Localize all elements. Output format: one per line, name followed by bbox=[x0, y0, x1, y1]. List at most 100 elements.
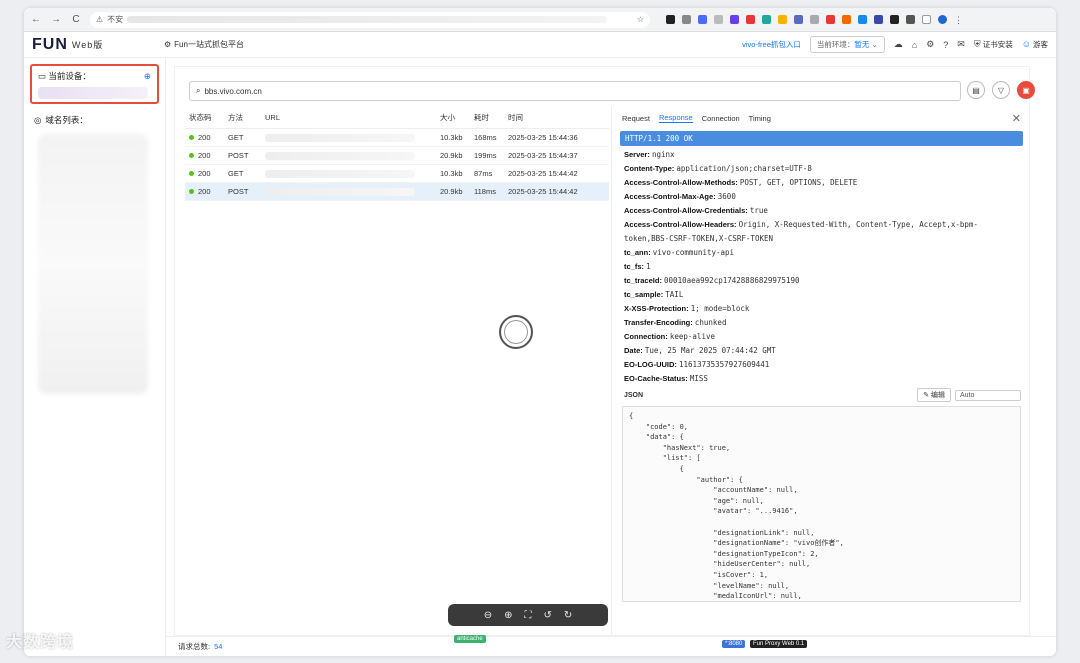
back-button[interactable]: ← bbox=[30, 14, 42, 25]
rotate-right-icon[interactable]: ↻ bbox=[564, 610, 572, 621]
download-icon[interactable] bbox=[922, 15, 931, 24]
format-select[interactable]: Auto bbox=[955, 389, 1021, 401]
status-code: 200 bbox=[198, 187, 211, 196]
extension-icon[interactable] bbox=[682, 15, 691, 24]
col-method[interactable]: 方法 bbox=[228, 112, 265, 123]
table-header: 状态码 方法 URL 大小 耗时 时间 bbox=[185, 107, 609, 129]
header-key: EO-Cache-Status bbox=[624, 374, 686, 383]
col-date[interactable]: 时间 bbox=[508, 112, 609, 123]
extension-icon[interactable] bbox=[858, 15, 867, 24]
platform-title: ⚙ Fun一站式抓包平台 bbox=[164, 39, 244, 50]
cloud-icon[interactable]: ☁ bbox=[894, 39, 903, 50]
response-header: EO-LOG-UUID: 11613735357927609441 bbox=[624, 358, 1021, 372]
wechat-icon[interactable]: ✉ bbox=[957, 39, 965, 50]
col-size[interactable]: 大小 bbox=[440, 112, 474, 123]
more-menu-icon[interactable]: ⋮ bbox=[954, 15, 963, 25]
filter-icon[interactable]: ▽ bbox=[992, 81, 1010, 99]
profile-icon[interactable] bbox=[938, 15, 947, 24]
extension-icon[interactable] bbox=[666, 15, 675, 24]
header-key: Transfer-Encoding bbox=[624, 318, 691, 327]
json-line: "designationName": "vivo创作者", bbox=[629, 539, 844, 548]
status-dot bbox=[189, 171, 194, 176]
address-bar[interactable]: ⚠ 不安 ☆ bbox=[90, 11, 650, 28]
capture-entry-link[interactable]: vivo-free抓包入口 bbox=[742, 39, 801, 50]
tab-connection[interactable]: Connection bbox=[702, 114, 740, 123]
help-icon[interactable]: ? bbox=[943, 40, 948, 50]
response-headers: Server: nginx Content-Type: application/j… bbox=[612, 146, 1029, 386]
extension-icon[interactable] bbox=[698, 15, 707, 24]
fit-screen-icon[interactable]: ⛶ bbox=[525, 610, 532, 621]
extension-icon[interactable] bbox=[810, 15, 819, 24]
settings-icon[interactable]: ⚙ bbox=[926, 39, 934, 50]
header-value: Tue, 25 Mar 2025 07:44:42 GMT bbox=[644, 346, 776, 355]
response-header: Server: nginx bbox=[624, 148, 1021, 162]
search-input[interactable]: ⌕ bbs.vivo.com.cn bbox=[189, 81, 961, 101]
user-menu[interactable]: ☺ 游客 bbox=[1022, 39, 1048, 50]
logo-sub: Web版 bbox=[71, 40, 104, 50]
extension-icon[interactable] bbox=[842, 15, 851, 24]
extension-icon[interactable] bbox=[778, 15, 787, 24]
header-key: Access-Control-Allow-Headers bbox=[624, 220, 735, 229]
header-value: 1 bbox=[646, 262, 651, 271]
current-device-box[interactable]: ▭ 当前设备： ⊕ bbox=[30, 64, 159, 104]
extension-icon[interactable] bbox=[730, 15, 739, 24]
time-cell: 168ms bbox=[474, 133, 497, 142]
extension-icon[interactable] bbox=[746, 15, 755, 24]
zoom-out-icon[interactable]: ⊖ bbox=[484, 610, 492, 621]
close-icon[interactable]: ✕ bbox=[1012, 112, 1021, 125]
method-cell: GET bbox=[228, 169, 244, 178]
col-status[interactable]: 状态码 bbox=[189, 112, 228, 123]
header-key: Access-Control-Allow-Credentials bbox=[624, 206, 746, 215]
extension-icon[interactable] bbox=[762, 15, 771, 24]
col-time[interactable]: 耗时 bbox=[474, 112, 508, 123]
app-header: FUN Web版 ⚙ Fun一站式抓包平台 vivo-free抓包入口 当前环境… bbox=[24, 32, 1056, 58]
tab-request[interactable]: Request bbox=[622, 114, 650, 123]
status-cell: 200 bbox=[189, 151, 228, 160]
json-line: "designationTypeIcon": 2, bbox=[629, 549, 819, 558]
table-row[interactable]: 200 GET 10.3kb 87ms 2025-03-25 15:44:42 bbox=[185, 165, 609, 183]
extensions-bar: ⋮ bbox=[666, 15, 963, 25]
extensions-puzzle-icon[interactable] bbox=[906, 15, 915, 24]
table-row-selected[interactable]: 200 POST 20.9kb 118ms 2025-03-25 15:44:4… bbox=[185, 183, 609, 201]
size-cell: 10.3kb bbox=[440, 169, 463, 178]
app-logo[interactable]: FUN Web版 bbox=[32, 36, 164, 54]
cert-install-button[interactable]: ⛨ 证书安装 bbox=[974, 39, 1013, 50]
extension-icon[interactable] bbox=[874, 15, 883, 24]
table-row[interactable]: 200 POST 20.9kb 199ms 2025-03-25 15:44:3… bbox=[185, 147, 609, 165]
add-device-icon[interactable]: ⊕ bbox=[144, 71, 151, 82]
edit-button[interactable]: ✎ 编辑 bbox=[917, 388, 951, 402]
extension-icon[interactable] bbox=[890, 15, 899, 24]
version-badge: Fun Proxy Web 0.1 bbox=[750, 640, 808, 648]
extension-icon[interactable] bbox=[794, 15, 803, 24]
security-label: 不安 bbox=[107, 15, 124, 24]
json-viewer[interactable]: { "code": 0, "data": { "hasNext": true, … bbox=[622, 406, 1021, 602]
table-row[interactable]: 200 GET 10.3kb 168ms 2025-03-25 15:44:36 bbox=[185, 129, 609, 147]
rotate-left-icon[interactable]: ↺ bbox=[544, 610, 552, 621]
star-icon[interactable]: ☆ bbox=[637, 15, 644, 24]
response-header: Access-Control-Max-Age: 3600 bbox=[624, 190, 1021, 204]
tab-timing[interactable]: Timing bbox=[749, 114, 771, 123]
json-label: JSON bbox=[624, 391, 644, 399]
size-cell: 10.3kb bbox=[440, 133, 463, 142]
json-line: "isCover": 1, bbox=[629, 570, 769, 579]
date-cell: 2025-03-25 15:44:42 bbox=[508, 187, 578, 196]
domain-list-label: 域名列表： bbox=[45, 115, 88, 125]
watermark-logo: 大数跨境 bbox=[6, 634, 75, 651]
clear-icon[interactable]: ▣ bbox=[1017, 81, 1035, 99]
save-icon[interactable]: ▤ bbox=[967, 81, 985, 99]
reload-button[interactable]: C bbox=[70, 14, 82, 25]
forward-button[interactable]: → bbox=[50, 14, 62, 25]
toolbox-icon[interactable]: ⌂ bbox=[912, 40, 917, 50]
status-code: 200 bbox=[198, 151, 211, 160]
loading-spinner bbox=[499, 315, 533, 349]
extension-icon[interactable] bbox=[714, 15, 723, 24]
col-url[interactable]: URL bbox=[265, 113, 440, 122]
domain-list-blurred[interactable] bbox=[38, 134, 148, 394]
environment-select[interactable]: 当前环境：暂无 ⌄ bbox=[809, 36, 885, 53]
json-line: "levelName": null, bbox=[629, 581, 790, 590]
extension-icon[interactable] bbox=[826, 15, 835, 24]
tab-response[interactable]: Response bbox=[658, 113, 693, 123]
url-cell-blurred bbox=[265, 187, 415, 196]
zoom-in-icon[interactable]: ⊕ bbox=[504, 610, 512, 621]
header-key: Server bbox=[624, 150, 648, 159]
